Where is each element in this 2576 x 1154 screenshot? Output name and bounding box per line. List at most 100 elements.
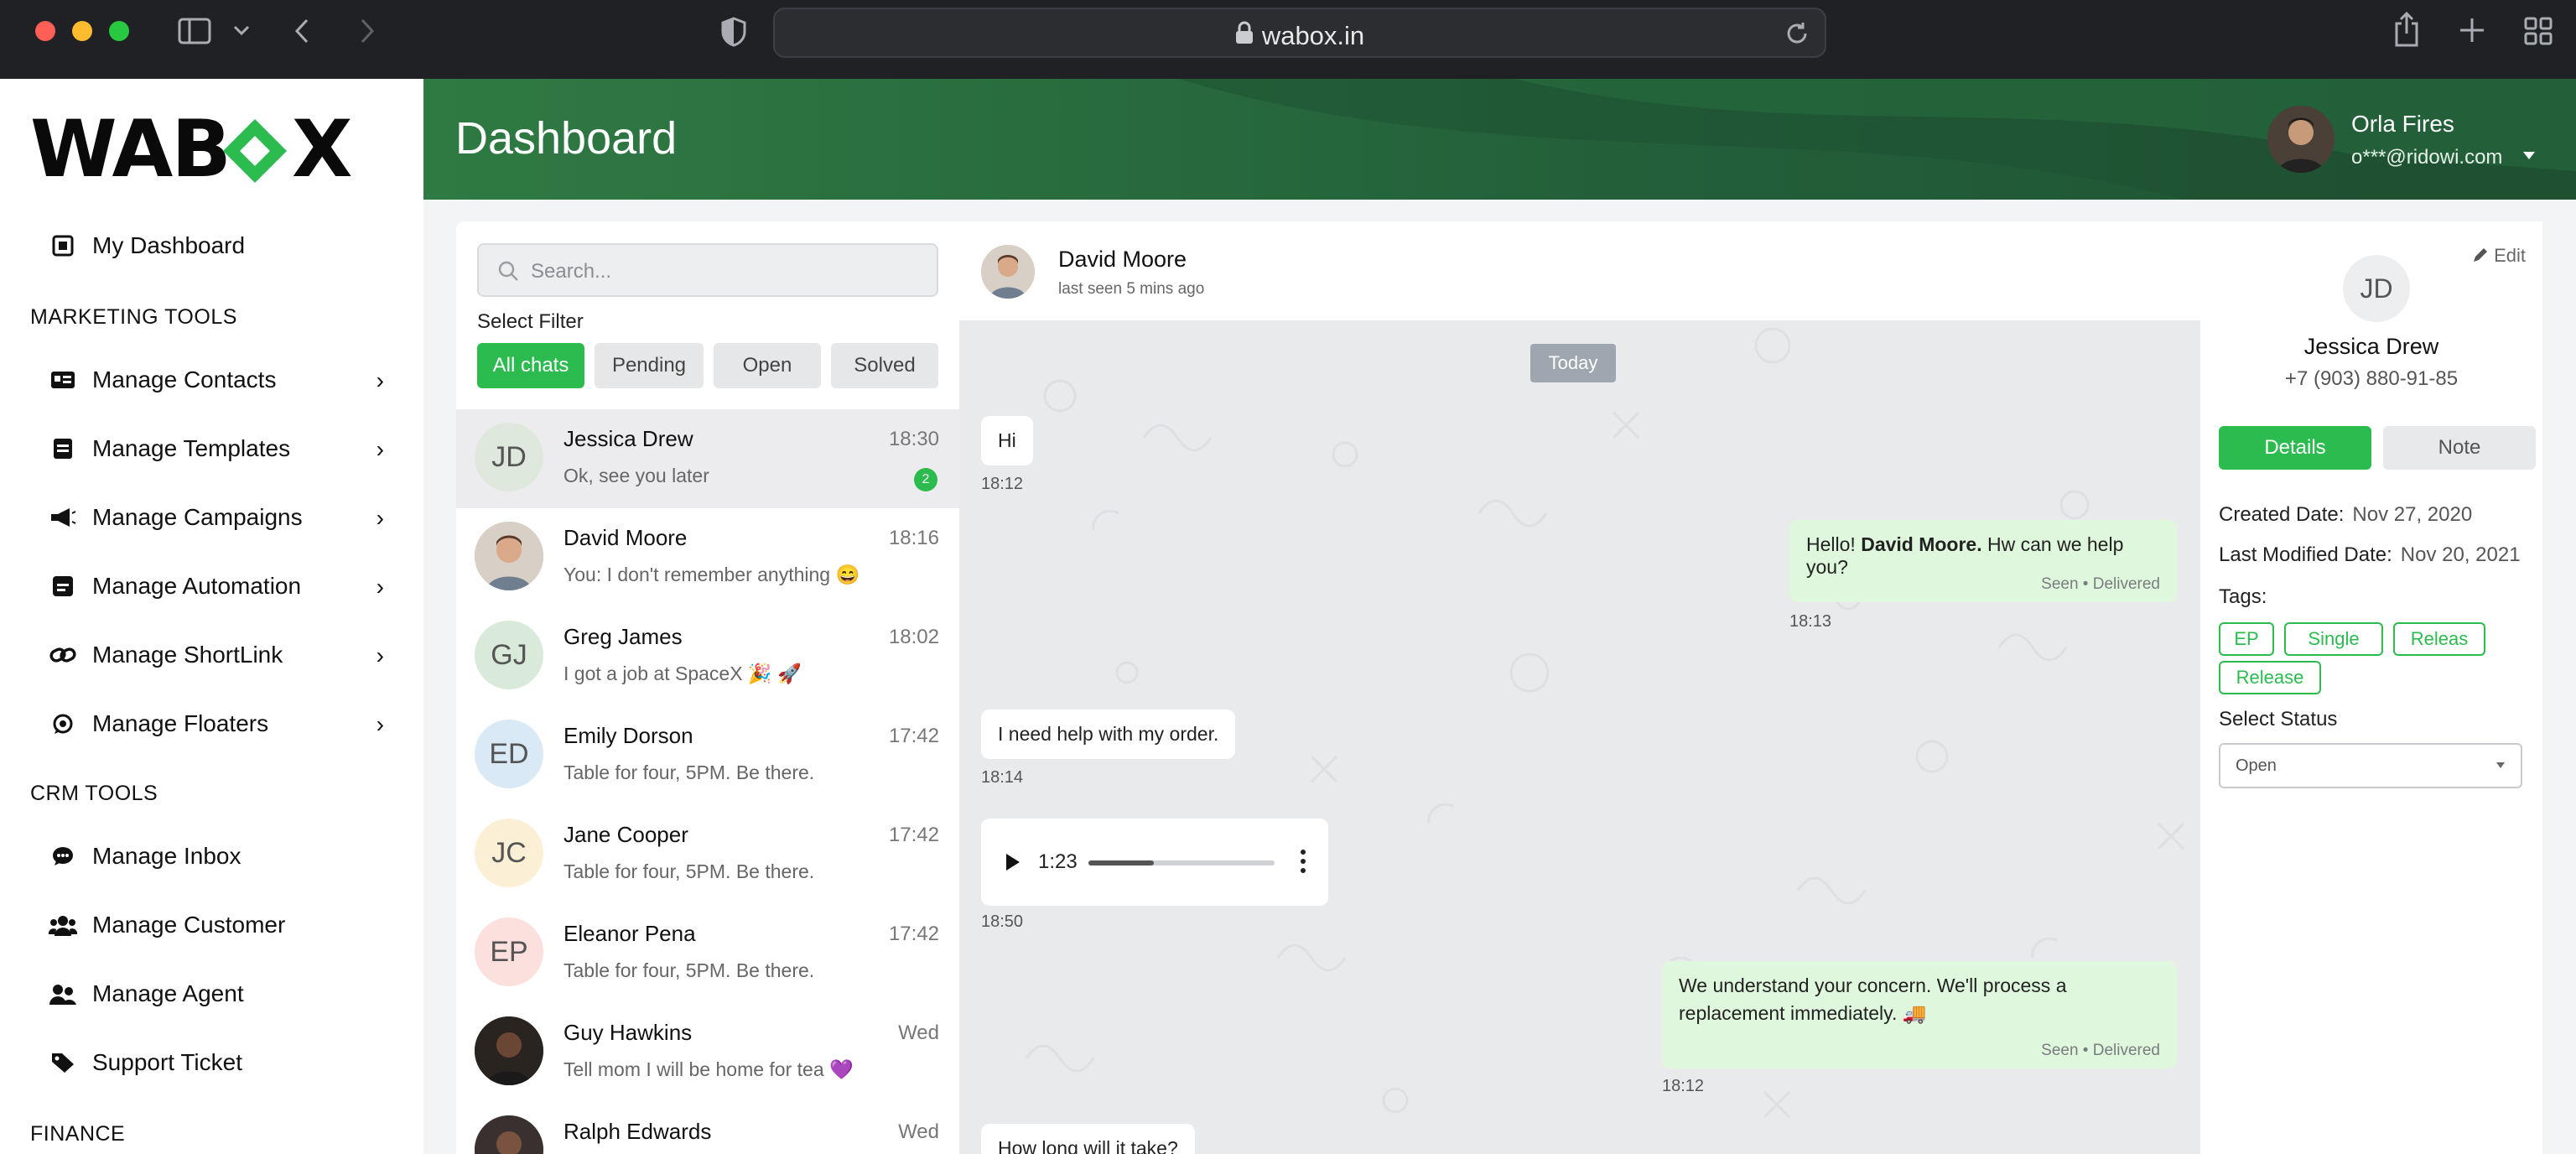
message-bubble-incoming: How long will it take? — [981, 1124, 1195, 1154]
edit-button[interactable]: Edit — [2472, 245, 2526, 267]
message-time: 18:13 — [1789, 612, 1832, 631]
sidebar-item-label: Manage Inbox — [92, 843, 242, 869]
sidebar-item-label: Support Ticket — [92, 1049, 242, 1075]
message-time: 18:50 — [981, 912, 1024, 931]
wabox-logo[interactable]: WAB X — [30, 104, 391, 195]
url-text: wabox.in — [1261, 21, 1365, 50]
share-icon[interactable] — [2393, 12, 2420, 47]
chat-last-message: Table for four, 5PM. Be there. — [564, 959, 815, 981]
close-window-button[interactable] — [35, 21, 55, 41]
forward-icon[interactable] — [359, 18, 376, 44]
sidebar-item-inbox[interactable]: Manage Inbox — [49, 835, 401, 877]
chat-contact-name: Eleanor Pena — [564, 921, 696, 946]
user-name: Orla Fires — [2351, 111, 2454, 137]
message-status: Seen • Delivered — [2041, 1042, 2160, 1059]
search-icon — [498, 261, 518, 281]
page: wabox.in WAB X My Dashboard MARKETING TO… — [0, 0, 2576, 1154]
chevron-down-icon[interactable] — [233, 25, 250, 37]
maximize-window-button[interactable] — [109, 21, 129, 41]
search-input[interactable]: Search... — [477, 243, 938, 297]
chat-bubble-icon — [49, 842, 77, 871]
section-title-marketing: MARKETING TOOLS — [30, 305, 237, 329]
template-icon — [49, 434, 77, 463]
address-bar[interactable]: wabox.in — [773, 8, 1826, 58]
sidebar-item-agent[interactable]: Manage Agent — [49, 973, 401, 1015]
automation-icon — [49, 572, 77, 600]
filter-open[interactable]: Open — [714, 343, 821, 388]
tag-chip[interactable]: Release — [2219, 661, 2321, 694]
chat-time: Wed — [898, 1120, 939, 1143]
sidebar-item-label: Manage Automation — [92, 573, 302, 599]
tag-chip[interactable]: EP — [2219, 622, 2274, 656]
sidebar-item-label: Manage Templates — [92, 435, 291, 461]
chat-contact-name: Jane Cooper — [564, 822, 688, 847]
sidebar-item-dashboard[interactable]: My Dashboard — [49, 225, 401, 267]
chat-contact-name: Greg James — [564, 624, 683, 649]
contact-details-panel: Edit JD Jessica Drew +7 (903) 880-91-85 … — [2200, 221, 2542, 1154]
user-avatar[interactable] — [2267, 106, 2334, 173]
audio-progress-track[interactable] — [1088, 860, 1275, 866]
contact-phone: +7 (903) 880-91-85 — [2284, 367, 2459, 390]
sidebar-item-contacts[interactable]: Manage Contacts › — [49, 359, 401, 401]
date-separator: Today — [1530, 344, 1616, 382]
megaphone-icon — [49, 503, 77, 532]
shield-icon[interactable] — [721, 17, 746, 47]
chat-time: 18:16 — [888, 527, 939, 549]
chat-list-item[interactable]: ED Emily Dorson Table for four, 5PM. Be … — [456, 706, 959, 805]
chevron-right-icon: › — [376, 367, 384, 393]
chat-time: 17:42 — [888, 824, 939, 846]
contact-avatar: JC — [475, 819, 543, 887]
sidebar-item-automation[interactable]: Manage Automation › — [49, 565, 401, 607]
chat-list-item[interactable]: David Moore You: I don't remember anythi… — [456, 508, 959, 607]
chat-time: 18:30 — [888, 428, 939, 450]
sidebar-item-label: Manage Campaigns — [92, 504, 303, 530]
sidebar-item-customer[interactable]: Manage Customer — [49, 904, 401, 946]
tab-details[interactable]: Details — [2219, 426, 2371, 470]
play-icon[interactable] — [1005, 852, 1021, 872]
sidebar-item-support[interactable]: Support Ticket — [49, 1042, 401, 1084]
contact-name: Jessica Drew — [2303, 334, 2439, 359]
tab-overview-icon[interactable] — [2524, 17, 2553, 45]
sidebar-item-campaigns[interactable]: Manage Campaigns › — [49, 496, 401, 538]
chat-contact-name: Jessica Drew — [564, 426, 693, 451]
tab-note[interactable]: Note — [2383, 426, 2536, 470]
message-time: 18:14 — [981, 768, 1024, 787]
sidebar-item-floaters[interactable]: Manage Floaters › — [49, 703, 401, 745]
caret-down-icon[interactable] — [2522, 151, 2536, 161]
chat-list-item[interactable]: JC Jane Cooper Table for four, 5PM. Be t… — [456, 805, 959, 904]
message-text: We understand your concern. We'll proces… — [1679, 975, 2067, 996]
contact-avatar: JD — [475, 423, 543, 491]
more-options-icon[interactable] — [1300, 849, 1306, 874]
logo-text-left: WAB — [30, 104, 231, 195]
chat-list-item[interactable]: JD Jessica Drew Ok, see you later 18:30 … — [456, 409, 959, 508]
chat-last-message: Tell mom I will be home for tea 💜 — [564, 1058, 854, 1080]
filter-all-chats[interactable]: All chats — [477, 343, 584, 388]
filter-label: Select Filter — [477, 310, 584, 333]
tag-chip[interactable]: Single — [2284, 622, 2383, 656]
conversation-avatar[interactable] — [981, 245, 1035, 299]
sidebar-toggle-icon[interactable] — [178, 18, 211, 44]
back-icon[interactable] — [293, 18, 310, 44]
agents-icon — [49, 980, 77, 1008]
filter-pending[interactable]: Pending — [595, 343, 704, 388]
chat-list-item[interactable]: Guy Hawkins Tell mom I will be home for … — [456, 1003, 959, 1102]
tag-chip[interactable]: Releas — [2393, 622, 2485, 656]
minimize-window-button[interactable] — [72, 21, 92, 41]
filter-solved[interactable]: Solved — [831, 343, 938, 388]
message-status: Seen • Delivered — [2041, 575, 2160, 593]
dashboard-icon — [49, 231, 77, 260]
chat-list-item[interactable]: GJ Greg James I got a job at SpaceX 🎉 🚀 … — [456, 607, 959, 706]
chat-list-item[interactable]: EP Eleanor Pena Table for four, 5PM. Be … — [456, 904, 959, 1003]
sidebar-item-shortlink[interactable]: Manage ShortLink › — [49, 634, 401, 676]
new-tab-icon[interactable] — [2459, 17, 2485, 44]
created-date-label: Created Date: — [2219, 503, 2345, 526]
modified-date-row: Last Modified Date: Nov 20, 2021 — [2219, 543, 2521, 567]
chat-list-item[interactable]: Ralph Edwards Wed — [456, 1102, 959, 1154]
tags-label: Tags: — [2219, 585, 2267, 608]
conversation-contact-name: David Moore — [1058, 247, 1187, 272]
users-icon — [49, 911, 77, 939]
chevron-right-icon: › — [376, 436, 384, 462]
status-select[interactable]: Open — [2219, 743, 2522, 788]
reload-icon[interactable] — [1784, 21, 1810, 46]
sidebar-item-templates[interactable]: Manage Templates › — [49, 428, 401, 470]
